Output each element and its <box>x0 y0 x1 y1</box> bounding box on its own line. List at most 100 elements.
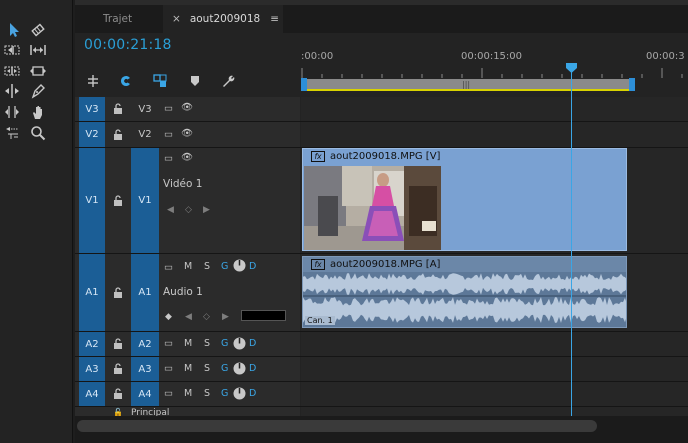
next-keyframe-icon[interactable]: ▶ <box>203 205 210 215</box>
source-patch[interactable]: A3 <box>79 357 105 381</box>
volume-knob-icon[interactable] <box>233 259 246 272</box>
pen-icon[interactable] <box>28 82 48 100</box>
voiceover-button[interactable]: G <box>221 261 228 272</box>
video-clip[interactable]: aout2009018.MPG [V] fx <box>302 148 627 251</box>
mute-button[interactable]: M <box>184 388 192 399</box>
ripple-edit-icon[interactable] <box>2 41 22 59</box>
eye-icon[interactable]: 👁 <box>181 152 193 163</box>
source-patch[interactable]: A1 <box>79 254 105 331</box>
solo-button[interactable]: S <box>204 388 210 399</box>
lock-icon[interactable] <box>112 194 124 207</box>
lock-icon[interactable] <box>112 128 124 141</box>
playhead-line[interactable] <box>571 66 572 418</box>
sync-lock-icon[interactable]: ▭ <box>164 153 173 164</box>
source-patch[interactable]: V1 <box>79 148 105 253</box>
panel-menu-icon[interactable]: ≡ <box>270 13 279 25</box>
sync-lock-icon[interactable]: ▭ <box>164 388 173 399</box>
lock-icon[interactable] <box>112 103 124 115</box>
horizontal-scrollbar[interactable] <box>77 420 597 432</box>
mute-button[interactable]: M <box>184 338 192 349</box>
add-marker-icon[interactable] <box>186 72 204 90</box>
pan-button[interactable]: D <box>249 338 256 349</box>
work-area-end-handle[interactable] <box>629 78 635 91</box>
tab-aout2009018[interactable]: × aout2009018 ≡ <box>163 5 283 33</box>
rolling-edit-icon[interactable] <box>2 62 22 80</box>
track-lane[interactable]: aout2009018.MPG [A] fx Can. 1 <box>301 254 688 331</box>
add-keyframe-icon[interactable]: ◇ <box>203 312 210 322</box>
fx-badge[interactable]: fx <box>311 151 325 162</box>
solo-button[interactable]: S <box>204 363 210 374</box>
fx-badge[interactable]: fx <box>311 259 325 270</box>
linked-selection-icon[interactable] <box>151 72 169 90</box>
slip-icon[interactable] <box>28 62 48 80</box>
target-track[interactable]: V2 <box>131 122 159 147</box>
time-ruler[interactable]: :00:00 00:00:15:00 00:00:3 ||| <box>301 33 688 96</box>
work-area-grip[interactable]: ||| <box>462 80 470 89</box>
playhead-timecode[interactable]: 00:00:21:18 <box>84 37 172 53</box>
sync-lock-icon[interactable]: ▭ <box>164 363 173 374</box>
rate-stretch-icon[interactable] <box>28 41 48 59</box>
solo-button[interactable]: S <box>204 338 210 349</box>
playhead-handle[interactable] <box>566 63 577 73</box>
pan-button[interactable]: D <box>249 388 256 399</box>
track-lane[interactable] <box>301 357 688 381</box>
track-lane[interactable] <box>301 122 688 147</box>
mute-button[interactable]: M <box>184 261 192 272</box>
pan-button[interactable]: D <box>249 363 256 374</box>
target-track[interactable]: A2 <box>131 332 159 356</box>
lock-icon[interactable] <box>112 286 124 299</box>
voiceover-button[interactable]: G <box>221 338 228 349</box>
tab-trajet[interactable]: Trajet <box>103 5 159 33</box>
prev-keyframe-icon[interactable]: ◀ <box>167 205 174 215</box>
target-track[interactable]: A4 <box>131 382 159 406</box>
track-select-icon[interactable] <box>28 21 48 39</box>
close-tab-icon[interactable]: × <box>172 13 181 25</box>
volume-knob-icon[interactable] <box>233 387 246 400</box>
solo-button[interactable]: S <box>204 261 210 272</box>
hand-icon[interactable] <box>28 103 48 121</box>
lock-icon[interactable] <box>112 388 124 400</box>
sync-lock-icon[interactable]: ▭ <box>164 103 173 114</box>
target-track[interactable]: V1 <box>131 148 159 253</box>
next-keyframe-icon[interactable]: ▶ <box>222 312 229 322</box>
volume-knob-icon[interactable] <box>233 362 246 375</box>
clip-thumbnail <box>304 166 441 250</box>
eye-icon[interactable]: 👁 <box>181 128 193 139</box>
selection-tool-icon[interactable] <box>4 21 24 39</box>
work-area-start-handle[interactable] <box>301 78 307 91</box>
target-track[interactable]: V3 <box>131 97 159 121</box>
voiceover-button[interactable]: G <box>221 388 228 399</box>
pan-button[interactable]: D <box>249 261 256 272</box>
zoom-icon[interactable] <box>28 124 48 142</box>
snap-icon[interactable] <box>117 72 135 90</box>
work-area-bar[interactable]: ||| <box>302 79 629 91</box>
sync-lock-icon[interactable]: ▭ <box>164 338 173 349</box>
insert-sequence-icon[interactable] <box>84 72 102 90</box>
mute-button[interactable]: M <box>184 363 192 374</box>
lock-icon[interactable] <box>112 338 124 350</box>
source-patch[interactable]: V3 <box>79 97 105 121</box>
wrench-icon[interactable] <box>219 72 237 90</box>
source-patch[interactable]: A2 <box>79 332 105 356</box>
target-track[interactable]: A3 <box>131 357 159 381</box>
lock-icon[interactable] <box>112 363 124 375</box>
razor-icon[interactable] <box>2 82 22 100</box>
keyframe-mode-icon[interactable]: ◆ <box>165 312 172 322</box>
add-keyframe-icon[interactable]: ◇ <box>185 205 192 215</box>
track-lane[interactable] <box>301 382 688 406</box>
volume-knob-icon[interactable] <box>233 337 246 350</box>
sync-lock-icon[interactable]: ▭ <box>164 262 173 273</box>
track-lane[interactable] <box>301 332 688 356</box>
eye-icon[interactable]: 👁 <box>181 102 193 113</box>
voiceover-button[interactable]: G <box>221 363 228 374</box>
track-forward-icon[interactable] <box>2 124 22 142</box>
prev-keyframe-icon[interactable]: ◀ <box>185 312 192 322</box>
source-patch[interactable]: A4 <box>79 382 105 406</box>
track-lane[interactable] <box>301 97 688 121</box>
source-patch[interactable]: V2 <box>79 122 105 147</box>
audio-clip[interactable]: aout2009018.MPG [A] fx Can. 1 <box>302 256 627 328</box>
track-lane[interactable]: aout2009018.MPG [V] fx <box>301 148 688 253</box>
slide-icon[interactable] <box>2 103 22 121</box>
sync-lock-icon[interactable]: ▭ <box>164 129 173 140</box>
target-track[interactable]: A1 <box>131 254 159 331</box>
